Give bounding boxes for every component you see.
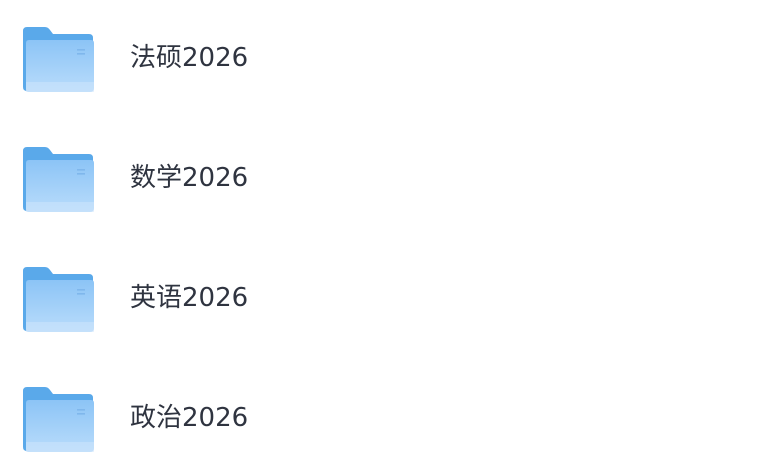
folder-icon [21, 25, 95, 93]
folder-list: 法硕2026 数学2026 英语2026 政治2026 [0, 0, 774, 474]
folder-name: 英语2026 [130, 283, 249, 313]
folder-icon [21, 145, 95, 213]
folder-item[interactable]: 数学2026 [0, 120, 774, 240]
folder-icon [21, 385, 95, 453]
folder-icon [21, 265, 95, 333]
folder-item[interactable]: 英语2026 [0, 240, 774, 360]
folder-name: 数学2026 [130, 163, 249, 193]
folder-name: 政治2026 [130, 403, 249, 433]
folder-item[interactable]: 政治2026 [0, 360, 774, 474]
folder-name: 法硕2026 [130, 43, 249, 73]
folder-item[interactable]: 法硕2026 [0, 0, 774, 120]
